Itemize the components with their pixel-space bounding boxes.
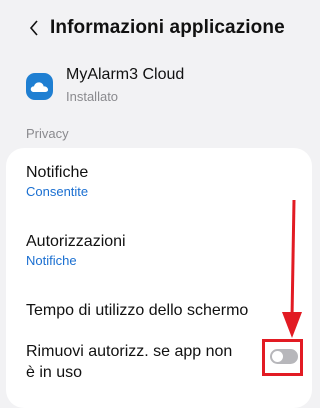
list-item-rimuovi-autorizz[interactable]: Rimuovi autorizz. se app non è in uso — [26, 341, 286, 383]
list-item-tempo-utilizzo[interactable]: Tempo di utilizzo dello schermo — [26, 301, 286, 321]
chevron-left-icon — [29, 20, 38, 36]
cloud-icon — [30, 81, 49, 92]
list-item-notifiche[interactable]: Notifiche Consentite — [26, 163, 286, 201]
page-title: Informazioni applicazione — [50, 17, 285, 38]
section-header-privacy: Privacy — [26, 126, 69, 141]
app-header: MyAlarm3 Cloud Installato — [0, 60, 306, 116]
app-icon — [26, 73, 53, 100]
app-status: Installato — [66, 89, 119, 104]
app-name: MyAlarm3 Cloud — [66, 66, 185, 83]
list-item-subtitle: Notifiche — [26, 253, 77, 268]
back-button[interactable] — [22, 14, 46, 42]
list-item-title: Tempo di utilizzo dello schermo — [26, 302, 249, 319]
list-item-autorizzazioni[interactable]: Autorizzazioni Notifiche — [26, 232, 286, 270]
list-item-title: Notifiche — [26, 164, 89, 181]
red-highlight-box — [262, 339, 303, 376]
top-bar: Informazioni applicazione — [0, 0, 306, 60]
list-item-title: Autorizzazioni — [26, 233, 126, 250]
red-arrow-icon — [282, 200, 302, 338]
list-item-subtitle: Consentite — [26, 184, 89, 199]
list-item-title: Rimuovi autorizz. se app non è in uso — [26, 343, 233, 381]
